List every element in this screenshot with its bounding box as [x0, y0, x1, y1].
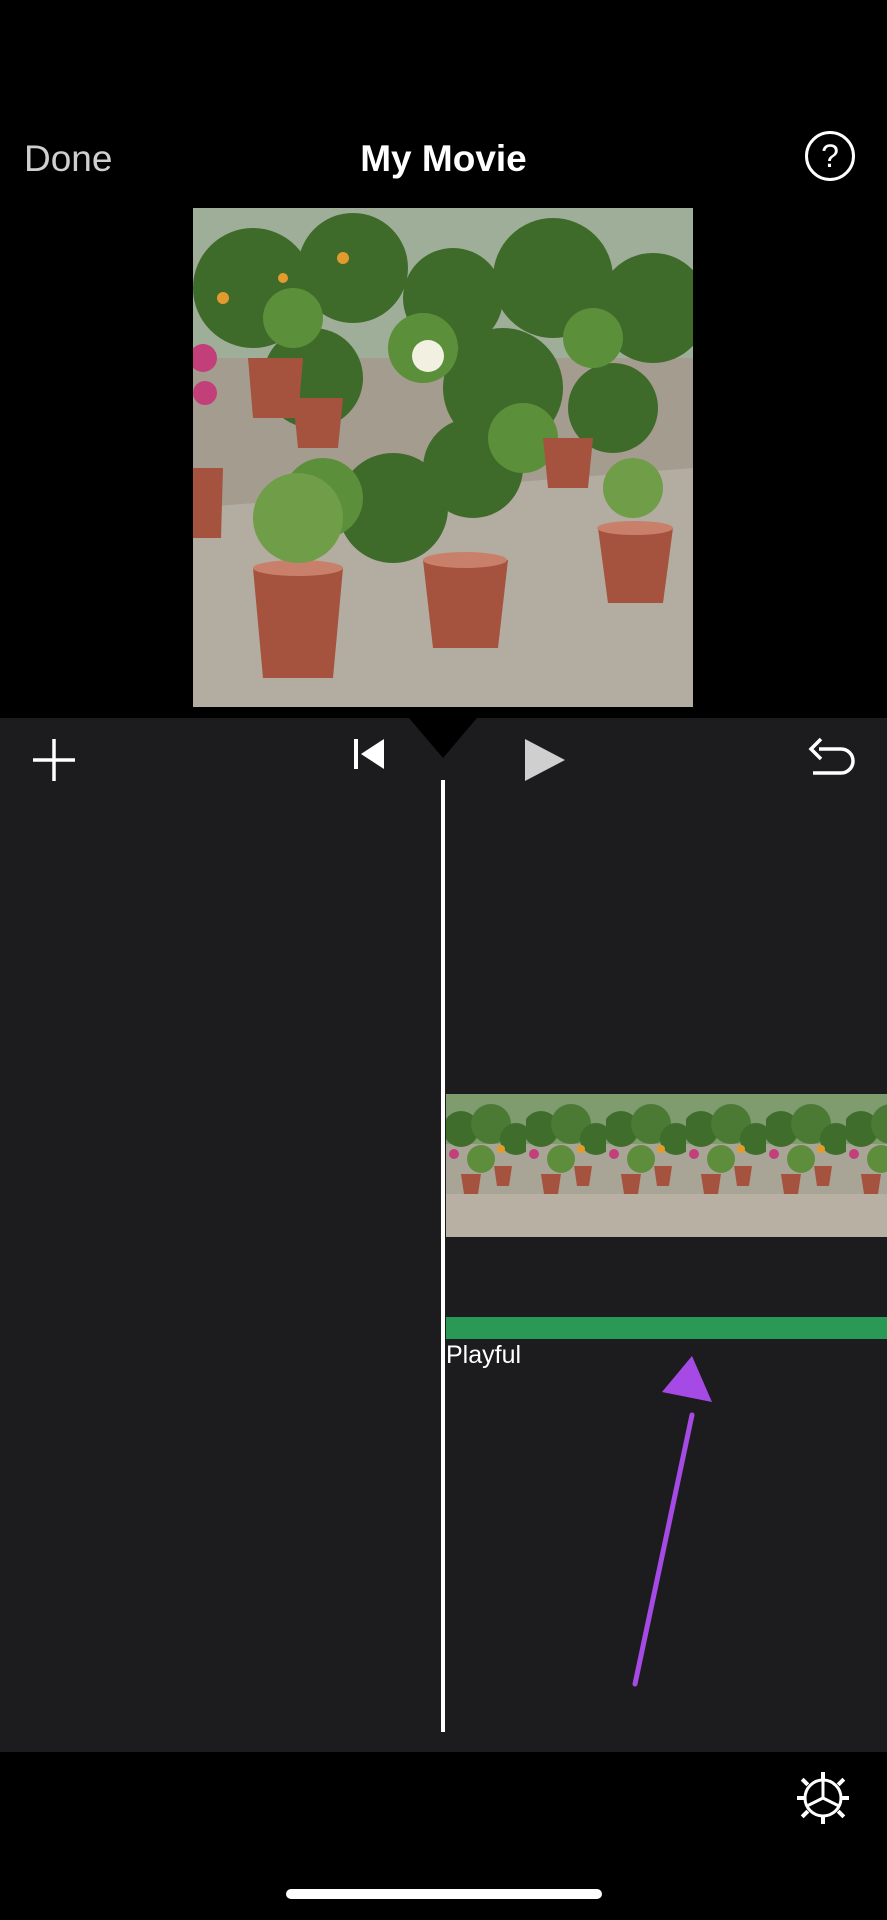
garden-photo — [193, 208, 693, 707]
project-settings-button[interactable] — [795, 1770, 851, 1826]
video-preview[interactable] — [193, 208, 693, 707]
skip-to-start-icon — [354, 739, 384, 769]
undo-button[interactable] — [806, 732, 858, 784]
help-button[interactable]: ? — [805, 131, 855, 181]
video-clip[interactable] — [446, 1094, 887, 1237]
gear-icon — [797, 1772, 849, 1824]
undo-icon — [808, 737, 855, 775]
page-title: My Movie — [360, 138, 527, 179]
annotation-arrow — [632, 1356, 712, 1687]
playhead[interactable] — [441, 780, 445, 1732]
home-indicator — [286, 1889, 602, 1899]
help-icon: ? — [821, 137, 839, 174]
music-track-label: Playful — [446, 1341, 522, 1369]
plus-icon — [33, 739, 75, 781]
add-media-button[interactable] — [28, 734, 80, 786]
music-track-bar[interactable] — [446, 1317, 887, 1339]
clip-thumbnails — [446, 1094, 887, 1237]
play-button[interactable] — [518, 734, 570, 786]
play-icon — [525, 739, 565, 781]
skip-to-start-button[interactable] — [347, 732, 391, 776]
